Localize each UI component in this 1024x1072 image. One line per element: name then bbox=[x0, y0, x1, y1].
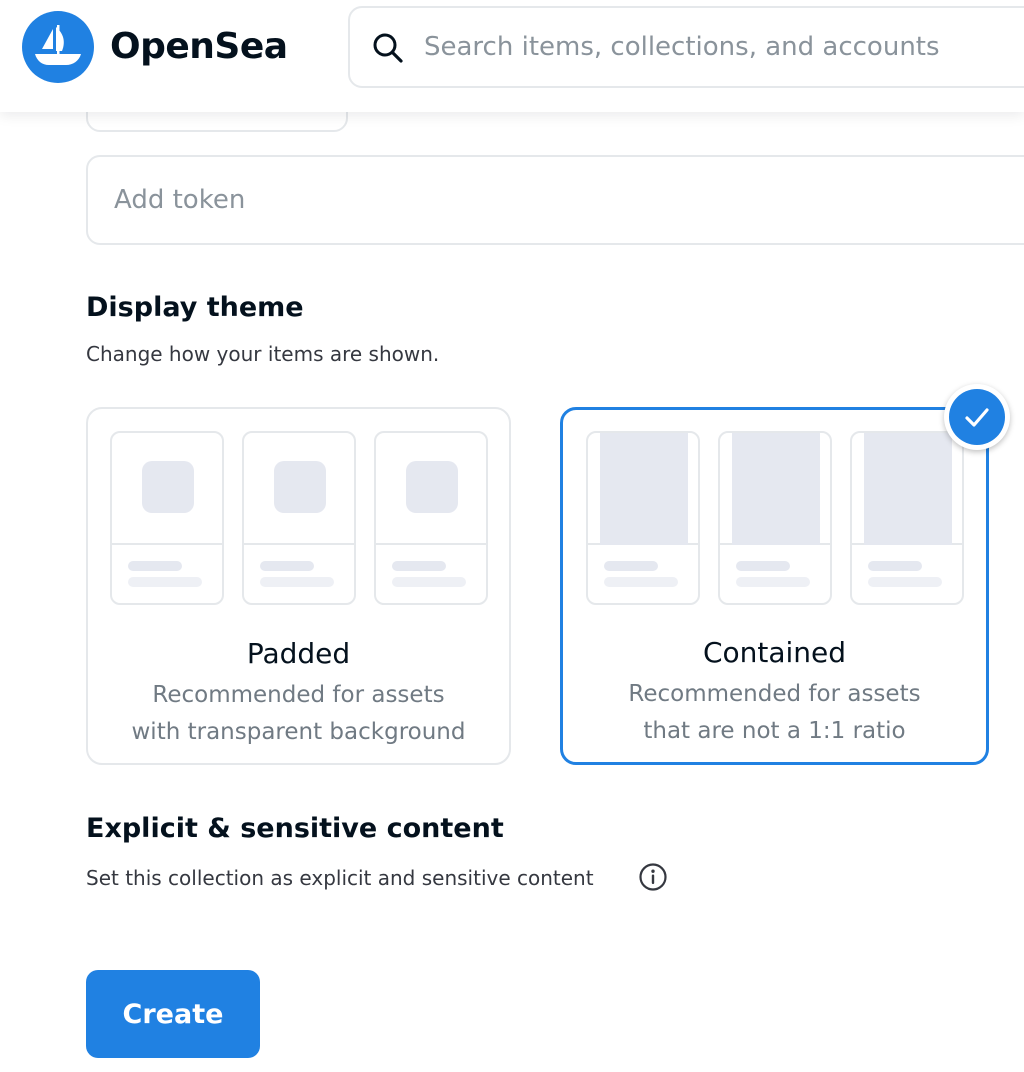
search-input[interactable] bbox=[424, 8, 1024, 86]
create-button[interactable]: Create bbox=[86, 970, 260, 1058]
padded-preview bbox=[110, 431, 490, 607]
explicit-content-description: Set this collection as explicit and sens… bbox=[86, 866, 594, 890]
preview-card bbox=[242, 431, 356, 605]
preview-card bbox=[374, 431, 488, 605]
theme-option-contained[interactable]: Contained Recommended for assets that ar… bbox=[560, 407, 989, 765]
display-theme-title: Display theme bbox=[86, 292, 304, 323]
preview-card bbox=[718, 431, 832, 605]
brand-name[interactable]: OpenSea bbox=[110, 26, 288, 67]
theme-option-description: Recommended for assets that are not a 1:… bbox=[628, 681, 921, 744]
preview-card bbox=[110, 431, 224, 605]
preview-card bbox=[850, 431, 964, 605]
preview-card bbox=[586, 431, 700, 605]
add-token-field[interactable] bbox=[86, 155, 1024, 245]
theme-option-description: Recommended for assets with transparent … bbox=[131, 682, 466, 745]
selected-check-badge bbox=[944, 384, 1010, 450]
check-icon bbox=[965, 408, 989, 427]
contained-preview bbox=[586, 431, 966, 607]
opensea-logo-icon[interactable] bbox=[22, 11, 94, 83]
ship-icon bbox=[35, 25, 81, 65]
theme-option-title: Padded bbox=[246, 637, 351, 670]
top-header: OpenSea bbox=[0, 0, 1024, 112]
info-icon[interactable] bbox=[638, 862, 668, 892]
theme-option-title: Contained bbox=[702, 636, 847, 669]
search-icon bbox=[373, 33, 403, 63]
explicit-content-title: Explicit & sensitive content bbox=[86, 813, 504, 844]
theme-option-padded[interactable]: Padded Recommended for assets with trans… bbox=[86, 407, 511, 765]
add-token-input[interactable] bbox=[88, 157, 1024, 243]
search-bar[interactable] bbox=[348, 6, 1024, 88]
display-theme-description: Change how your items are shown. bbox=[86, 342, 440, 366]
